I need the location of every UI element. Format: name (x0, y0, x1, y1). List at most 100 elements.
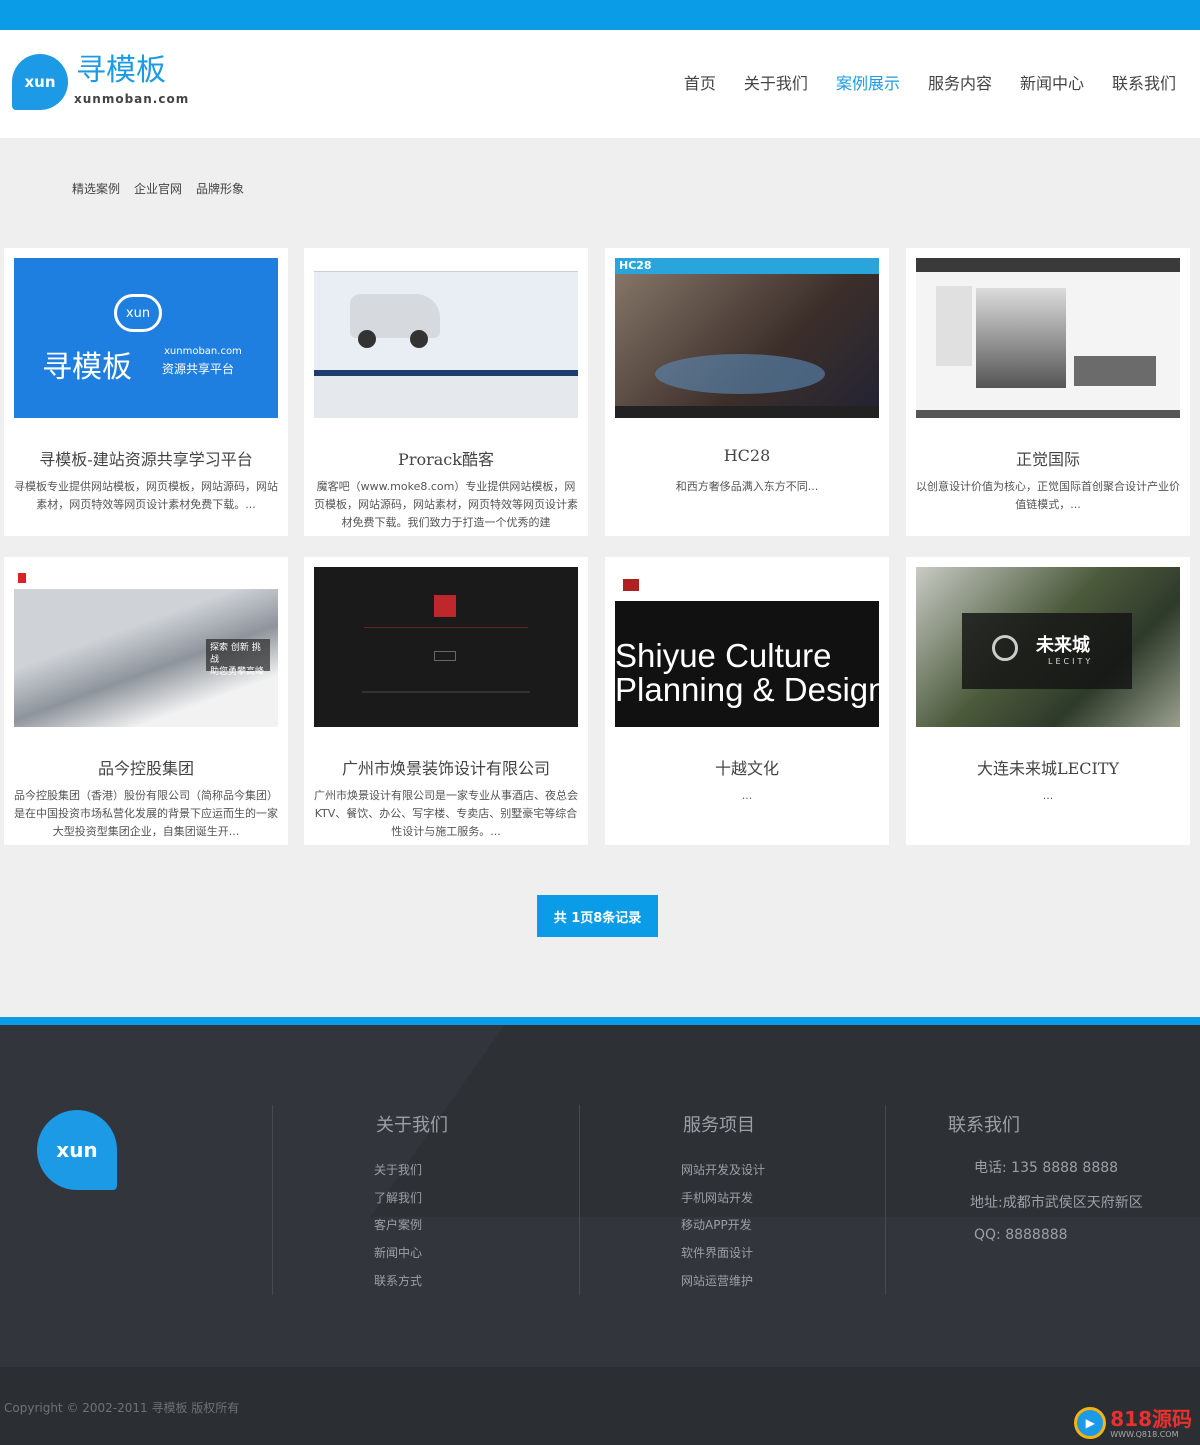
thumb-portrait (976, 288, 1066, 388)
footer-col-about-title: 关于我们 (376, 1115, 448, 1136)
case-title[interactable]: Prorack酷客 (304, 446, 588, 470)
thumb-navbar (314, 258, 578, 272)
filter-brand[interactable]: 品牌形象 (196, 180, 244, 197)
footer-link[interactable]: 了解我们 (374, 1189, 422, 1206)
thumb-logo-sub: LECITY (1048, 657, 1094, 666)
footer-link[interactable]: 软件界面设计 (681, 1244, 753, 1261)
footer-divider (272, 1105, 273, 1295)
logo-domain: xunmoban.com (74, 92, 190, 106)
footer-link[interactable]: 网站开发及设计 (681, 1161, 765, 1178)
case-title[interactable]: 寻模板-建站资源共享学习平台 (4, 446, 288, 470)
thumb-product-strip (314, 376, 578, 418)
watermark-main: 818源码 (1110, 1406, 1192, 1431)
case-description: 寻模板专业提供网站模板，网页模板，网站源码，网站素材，网页特效等网页设计素材免费… (14, 480, 278, 511)
footer-link[interactable]: 联系方式 (374, 1272, 422, 1289)
nav-item-news[interactable]: 新闻中心 (1020, 74, 1084, 94)
thumb-footer (916, 410, 1180, 418)
nav-item-about[interactable]: 关于我们 (744, 74, 808, 94)
thumb-sidebar (936, 286, 972, 366)
case-thumbnail[interactable]: 未来城 LECITY (916, 567, 1180, 727)
case-description: 和西方奢侈品满入东方不同... (675, 480, 819, 493)
case-thumbnail[interactable]: 探索 创新 挑战 助您勇攀高峰 (14, 567, 278, 727)
main-nav: 首页 关于我们 案例展示 服务内容 新闻中心 联系我们 (656, 74, 1176, 94)
thumb-nav-line (364, 627, 528, 628)
site-footer: xun 关于我们 关于我们 了解我们 客户案例 新闻中心 联系方式 服务项目 网… (0, 1017, 1200, 1367)
case-card[interactable]: 未来城 LECITY 大连未来城LECITY ... (906, 557, 1190, 845)
case-title[interactable]: 广州市焕景装饰设计有限公司 (304, 755, 588, 779)
case-card[interactable]: 探索 创新 挑战 助您勇攀高峰 品今控股集团 品今控股集团（香港）股份有限公司（… (4, 557, 288, 845)
filter-featured[interactable]: 精选案例 (72, 180, 120, 197)
thumb-rug (655, 354, 825, 394)
footer-logo-badge[interactable]: xun (37, 1110, 117, 1190)
footer-link[interactable]: 手机网站开发 (681, 1189, 753, 1206)
case-card[interactable]: 广州市焕景装饰设计有限公司 广州市焕景设计有限公司是一家专业从事酒店、夜总会KT… (304, 557, 588, 845)
case-card[interactable]: Shiyue Culture Planning & Design 十越文化 ..… (605, 557, 889, 845)
top-accent-bar (0, 0, 1200, 30)
case-thumbnail[interactable]: Shiyue Culture Planning & Design (615, 567, 879, 727)
footer-link[interactable]: 移动APP开发 (681, 1216, 752, 1233)
footer-link[interactable]: 新闻中心 (374, 1244, 422, 1261)
thumb-tagline-box: 探索 创新 挑战 助您勇攀高峰 (206, 639, 270, 677)
site-header: xun 寻模板 xunmoban.com 首页 关于我们 案例展示 服务内容 新… (0, 30, 1200, 138)
case-title[interactable]: HC28 (605, 446, 889, 465)
case-title[interactable]: 十越文化 (605, 755, 889, 779)
thumb-navbar (916, 258, 1180, 272)
watermark: ▶ 818源码 WWW.Q818.COM (1074, 1407, 1192, 1439)
case-thumbnail[interactable] (314, 567, 578, 727)
filter-corporate[interactable]: 企业官网 (134, 180, 182, 197)
thumb-logo-icon (18, 573, 26, 583)
case-thumbnail[interactable]: HC28 (615, 258, 879, 418)
thumb-enter-button (434, 651, 456, 661)
footer-link[interactable]: 网站运营维护 (681, 1272, 753, 1289)
case-title[interactable]: 品今控股集团 (4, 755, 288, 779)
xun-logo-icon: xun (114, 294, 162, 332)
watermark-sub: WWW.Q818.COM (1110, 1429, 1179, 1439)
case-thumbnail[interactable]: xun 寻模板 xunmoban.com 资源共享平台 (14, 258, 278, 418)
footer-col-contact-title: 联系我们 (948, 1115, 1020, 1136)
case-title[interactable]: 正觉国际 (906, 446, 1190, 470)
thumb-brand: 寻模板 (42, 350, 132, 385)
thumb-headline: Planning & Design (615, 671, 879, 708)
case-filters: 精选案例 企业官网 品牌形象 (72, 180, 258, 197)
logo-badge[interactable]: xun (12, 54, 68, 110)
thumb-logo-text: 未来城 (1036, 635, 1090, 656)
thumb-navbar (615, 258, 879, 274)
case-thumbnail[interactable] (314, 258, 578, 418)
nav-item-cases[interactable]: 案例展示 (836, 74, 900, 94)
thumb-logo-icon (992, 635, 1018, 661)
case-description: 以创意设计价值为核心，正觉国际首创聚合设计产业价值链模式，... (916, 480, 1180, 511)
thumb-logo-icon (434, 595, 456, 617)
thumb-navbar (615, 567, 879, 601)
thumb-headline: Shiyue Culture (615, 637, 832, 674)
thumb-logo: HC28 (619, 259, 652, 272)
case-card[interactable]: xun 寻模板 xunmoban.com 资源共享平台 寻模板-建站资源共享学习… (4, 248, 288, 536)
thumb-footer-line (362, 691, 530, 693)
case-card[interactable]: 正觉国际 以创意设计价值为核心，正觉国际首创聚合设计产业价值链模式，... (906, 248, 1190, 536)
nav-item-home[interactable]: 首页 (684, 74, 716, 94)
thumb-footer (615, 406, 879, 418)
nav-item-contact[interactable]: 联系我们 (1112, 74, 1176, 94)
footer-phone: 电话: 135 8888 8888 (974, 1160, 1119, 1176)
copyright-text: Copyright © 2002-2011 寻模板 版权所有 (4, 1401, 240, 1415)
footer-link[interactable]: 关于我们 (374, 1161, 422, 1178)
copyright-bar: Copyright © 2002-2011 寻模板 版权所有 ▶ 818源码 W… (0, 1367, 1200, 1445)
case-thumbnail[interactable] (916, 258, 1180, 418)
thumb-logo-icon (623, 579, 639, 591)
thumb-tagline: 探索 创新 挑战 (210, 643, 261, 665)
footer-link[interactable]: 客户案例 (374, 1216, 422, 1233)
case-card[interactable]: Prorack酷客 魔客吧（www.moke8.com）专业提供网站模板，网页模… (304, 248, 588, 536)
logo-name[interactable]: 寻模板 (76, 54, 166, 88)
case-title[interactable]: 大连未来城LECITY (906, 755, 1190, 779)
nav-item-services[interactable]: 服务内容 (928, 74, 992, 94)
car-wheel-icon (358, 330, 376, 348)
footer-col-services-title: 服务项目 (683, 1115, 755, 1136)
case-description: 广州市焕景设计有限公司是一家专业从事酒店、夜总会KTV、餐饮、办公、写字楼、专卖… (314, 789, 578, 838)
thumb-slogan: 资源共享平台 (162, 362, 235, 376)
footer-address: 地址:成都市武侯区天府新区 (970, 1195, 1143, 1211)
case-card[interactable]: HC28 HC28 和西方奢侈品满入东方不同... (605, 248, 889, 536)
thumb-tagline: 助您勇攀高峰 (210, 667, 265, 677)
pagination-summary-button[interactable]: 共 1页8条记录 (537, 895, 658, 937)
case-description: ... (741, 789, 753, 802)
play-icon: ▶ (1074, 1407, 1107, 1439)
thumb-gallery (1074, 356, 1156, 386)
